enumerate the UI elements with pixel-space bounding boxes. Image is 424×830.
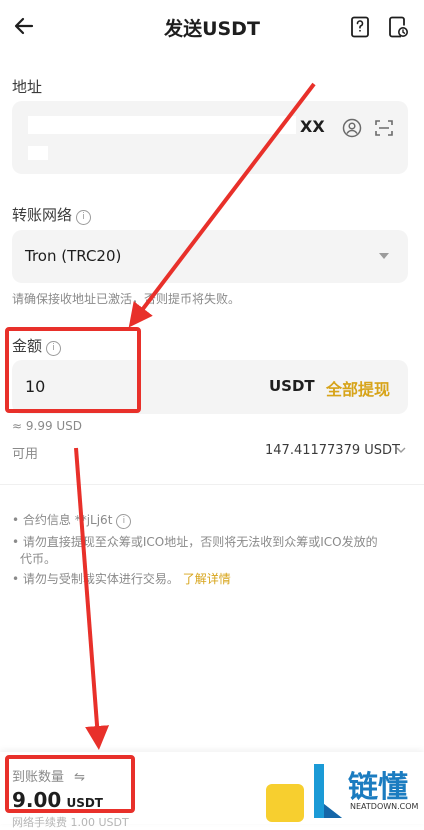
amount-currency: USDT: [269, 377, 315, 395]
history-icon[interactable]: [386, 15, 410, 39]
network-warning: 请确保接收地址已激活，否则提币将失败。: [12, 292, 241, 306]
header-bar: 发送USDT: [0, 0, 424, 56]
network-label-row: 转账网络 i: [12, 204, 92, 225]
annotation-box-amount: [5, 327, 141, 413]
withdraw-all-button[interactable]: 全部提现: [326, 376, 390, 400]
scan-icon[interactable]: [374, 118, 394, 138]
network-value: Tron (TRC20): [25, 247, 122, 265]
confirm-button-partial[interactable]: [266, 784, 304, 822]
network-label: 转账网络: [12, 206, 73, 224]
network-fee: 网络手续费 1.00 USDT: [12, 816, 129, 829]
address-value-suffix: XX: [300, 117, 325, 136]
divider: [0, 484, 424, 485]
annotation-box-receive: [5, 755, 135, 813]
watermark: 链懂 NEATDOWN.COM: [308, 758, 424, 824]
watermark-logo: [314, 764, 342, 818]
sanction-warning-row: • 请勿与受制裁实体进行交易。 了解详情: [12, 571, 231, 588]
amount-usd-approx: ≈ 9.99 USD: [12, 419, 83, 433]
address-label: 地址: [12, 78, 43, 96]
contract-info-row: • 合约信息 **jLj6t i: [12, 512, 132, 529]
annotation-arrow-lower: [74, 447, 110, 750]
ico-warning-line-1: • 请勿直接提现至众筹或ICO地址，否则将无法收到众筹或ICO发放的: [12, 535, 378, 549]
learn-more-link[interactable]: 了解详情: [183, 572, 231, 586]
ico-warning-line-2: 代币。: [20, 552, 57, 566]
info-icon[interactable]: i: [76, 210, 92, 225]
address-book-icon[interactable]: [342, 118, 362, 138]
info-icon[interactable]: i: [116, 514, 132, 529]
redacted-address-mask-2: [28, 146, 48, 160]
redacted-address-mask: [28, 116, 296, 134]
contract-info: • 合约信息 **jLj6t: [12, 513, 113, 527]
available-label: 可用: [12, 447, 39, 462]
caret-down-icon: [379, 253, 389, 259]
sanction-warning: • 请勿与受制裁实体进行交易。: [12, 572, 179, 586]
available-value[interactable]: 147.41177379 USDT: [265, 443, 400, 458]
network-select[interactable]: Tron (TRC20): [12, 230, 408, 283]
help-book-icon[interactable]: [348, 15, 372, 39]
watermark-brand: 链懂: [348, 770, 408, 805]
ico-warning: • 请勿直接提现至众筹或ICO地址，否则将无法收到众筹或ICO发放的 代币。: [12, 534, 416, 568]
chevron-down-icon[interactable]: [396, 447, 406, 454]
watermark-site: NEATDOWN.COM: [350, 802, 419, 811]
address-field[interactable]: XX: [12, 101, 408, 174]
